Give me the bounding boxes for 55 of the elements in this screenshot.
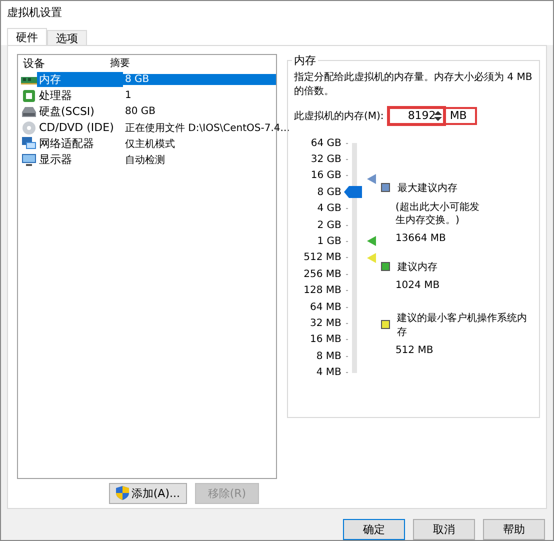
dialog-button[interactable]: 帮助 xyxy=(483,519,545,540)
shield-icon xyxy=(116,486,130,500)
device-cell[interactable]: 内存 xyxy=(37,72,123,88)
scale-label: 256 MB xyxy=(304,268,342,280)
field-label: 此虚拟机的内存(M): xyxy=(294,110,384,123)
slider-thumb[interactable] xyxy=(344,186,362,198)
disc-icon xyxy=(21,120,37,135)
legend-label: 建议的最小客户机操作系统内存 xyxy=(397,312,528,339)
column-header[interactable]: 摘要 xyxy=(108,56,276,70)
scale-label: 512 MB xyxy=(304,252,342,264)
device-cell[interactable]: CD/DVD (IDE) xyxy=(37,121,123,134)
summary-cell-text: 正在使用文件 D:\IOS\CentOS-7.4... xyxy=(124,122,290,135)
tab[interactable]: 选项 xyxy=(47,30,87,46)
description-text: 指定分配给此虚拟机的内存量。内存大小必须为 4 MB 的倍数。 xyxy=(294,70,533,99)
scale-label: 128 MB xyxy=(304,285,342,296)
window-title: 虚拟机设置 xyxy=(7,5,62,20)
dialog-button[interactable]: 取消 xyxy=(413,519,475,540)
add-button[interactable]: 添加(A)... xyxy=(109,482,187,504)
unit-label: MB xyxy=(446,106,477,125)
scale-label: 8 GB xyxy=(317,186,342,198)
monitor-icon xyxy=(21,152,37,167)
summary-cell-text: 80 GB xyxy=(124,106,157,118)
scale-label: 64 MB xyxy=(310,302,342,312)
network-icon xyxy=(21,136,37,151)
tab[interactable]: 硬件 xyxy=(7,28,47,46)
scale-label: 16 MB xyxy=(310,334,342,346)
scale-label: 16 GB xyxy=(310,170,342,182)
summary-cell: 8 GB xyxy=(123,74,276,86)
summary-cell-text: 自动检测 xyxy=(124,154,166,167)
scale-label: 4 GB xyxy=(317,203,342,214)
legend-value: 13664 MB xyxy=(395,232,447,244)
chip-icon xyxy=(21,88,37,103)
scale-label: 64 GB xyxy=(310,138,342,149)
scale-label: 1 GB xyxy=(317,236,342,247)
scale-label: 8 MB xyxy=(316,350,342,362)
dialog-button[interactable]: 确定 xyxy=(343,519,405,540)
device-cell[interactable]: 显示器 xyxy=(37,152,123,168)
summary-cell-text: 1 xyxy=(124,90,132,102)
column-header[interactable]: 设备 xyxy=(18,56,108,71)
memory-field[interactable]: 8192 xyxy=(388,106,445,125)
device-cell[interactable]: 网络适配器 xyxy=(37,136,123,152)
legend-label: 建议内存 xyxy=(397,260,438,274)
scale-label: 32 GB xyxy=(310,154,342,165)
scale-label: 32 MB xyxy=(310,318,342,329)
legend-label: 最大建议内存 xyxy=(397,182,458,195)
summary-cell-text: 仅主机模式 xyxy=(124,138,176,151)
device-cell[interactable]: 处理器 xyxy=(37,88,123,104)
device-cell[interactable]: 硬盘(SCSI) xyxy=(37,104,123,120)
legend-value: 512 MB xyxy=(395,344,434,356)
scale-label: 2 GB xyxy=(317,220,342,231)
spinner-icon[interactable] xyxy=(434,110,443,121)
legend-value: 1024 MB xyxy=(395,280,441,291)
scale-label: 4 MB xyxy=(316,367,342,378)
group-title: 内存 xyxy=(292,52,318,68)
legend-note: (超出此大小可能发生内存交换。) xyxy=(395,200,480,227)
